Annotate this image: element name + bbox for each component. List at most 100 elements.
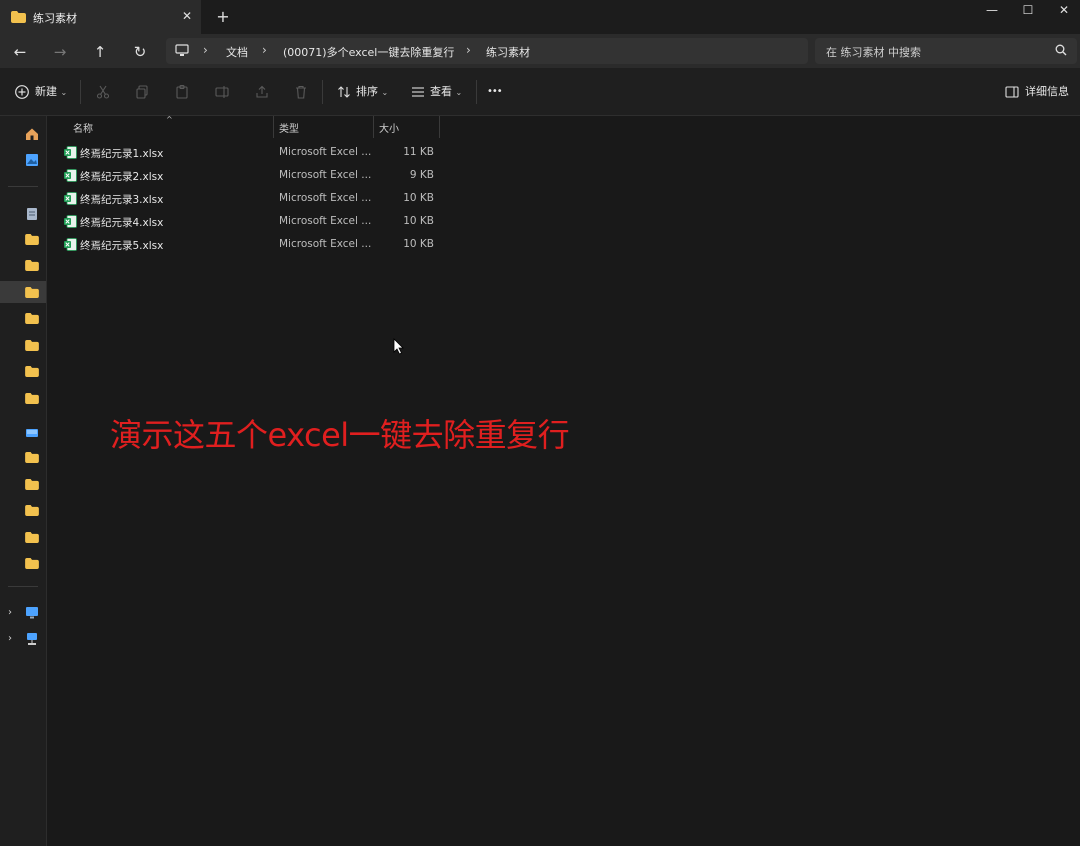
refresh-button[interactable]: ↻ [128, 40, 152, 64]
file-name: 终焉纪元录4.xlsx [80, 217, 164, 229]
file-row[interactable]: 终焉纪元录2.xlsx Microsoft Excel ... 9 KB [48, 165, 448, 187]
folder-icon[interactable] [25, 287, 41, 301]
file-name: 终焉纪元录1.xlsx [80, 148, 164, 160]
view-icon [410, 84, 426, 100]
share-icon[interactable] [254, 84, 270, 100]
close-button[interactable]: ✕ [1044, 0, 1080, 20]
file-type: Microsoft Excel ... [279, 146, 372, 158]
minimize-button[interactable]: — [972, 0, 1012, 20]
delete-icon[interactable] [293, 84, 309, 100]
divider [8, 186, 38, 187]
sort-button[interactable]: 排序 ⌄ [356, 82, 388, 102]
breadcrumb-current-folder[interactable]: 练习素材 [486, 44, 530, 60]
folder-icon[interactable] [25, 313, 41, 327]
folder-icon[interactable] [25, 393, 41, 407]
rename-icon[interactable] [214, 84, 230, 100]
tab-current[interactable]: 练习素材 ✕ [0, 0, 202, 34]
file-row[interactable]: 终焉纪元录3.xlsx Microsoft Excel ... 10 KB [48, 188, 448, 210]
address-bar[interactable]: › 文档 › (00071)多个excel一键去除重复行 › 练习素材 [166, 38, 808, 64]
tab-title: 练习素材 [33, 12, 77, 25]
more-options-button[interactable]: ••• [487, 82, 503, 102]
sort-icon [336, 84, 352, 100]
drive-icon[interactable] [25, 426, 41, 440]
overlay-caption: 演示这五个excel一键去除重复行 [110, 416, 570, 454]
column-header-size[interactable]: 大小 [379, 120, 399, 135]
details-pane-icon [1004, 84, 1020, 100]
column-header-name[interactable]: 名称 [73, 120, 93, 135]
paste-icon[interactable] [174, 84, 190, 100]
breadcrumb-separator: › [262, 43, 267, 57]
search-icon [1055, 44, 1067, 59]
file-size: 11 KB [403, 146, 434, 158]
file-type: Microsoft Excel ... [279, 215, 372, 227]
divider [8, 586, 38, 587]
breadcrumb-separator: › [466, 43, 471, 57]
column-divider[interactable] [273, 116, 274, 138]
folder-icon[interactable] [25, 366, 41, 380]
up-button[interactable]: ↑ [88, 40, 112, 64]
excel-file-icon [64, 146, 77, 162]
view-button[interactable]: 查看 ⌄ [430, 82, 462, 102]
file-name: 终焉纪元录3.xlsx [80, 194, 164, 206]
file-type: Microsoft Excel ... [279, 238, 372, 250]
file-type: Microsoft Excel ... [279, 192, 372, 204]
breadcrumb-project-folder[interactable]: (00071)多个excel一键去除重复行 [283, 44, 454, 60]
file-size: 10 KB [403, 238, 434, 250]
expand-chevron-icon[interactable]: › [8, 633, 12, 644]
back-button[interactable]: ← [8, 40, 32, 64]
breadcrumb-separator: › [203, 43, 208, 57]
folder-icon[interactable] [25, 479, 41, 493]
chevron-down-icon: ⌄ [455, 88, 463, 97]
file-row[interactable]: 终焉纪元录1.xlsx Microsoft Excel ... 11 KB [48, 142, 448, 164]
file-list: ^ 名称 类型 大小 终焉纪元录1.xlsx Microsoft Excel .… [48, 115, 1080, 846]
computer-icon [175, 44, 189, 60]
new-tab-button[interactable]: + [213, 7, 233, 27]
network-icon[interactable] [25, 632, 41, 646]
folder-icon[interactable] [25, 558, 41, 572]
file-type: Microsoft Excel ... [279, 169, 372, 181]
this-pc-icon[interactable] [25, 606, 41, 620]
column-divider[interactable] [373, 116, 374, 138]
folder-icon[interactable] [25, 505, 41, 519]
file-size: 10 KB [403, 215, 434, 227]
chevron-down-icon: ⌄ [60, 88, 68, 97]
new-button[interactable]: 新建 ⌄ [35, 82, 67, 102]
search-box[interactable]: 在 练习素材 中搜索 [815, 38, 1077, 64]
file-size: 9 KB [409, 169, 434, 181]
folder-icon[interactable] [25, 452, 41, 466]
maximize-button[interactable]: ☐ [1008, 0, 1048, 20]
folder-icon[interactable] [25, 340, 41, 354]
folder-icon[interactable] [25, 260, 41, 274]
excel-file-icon [64, 169, 77, 185]
excel-file-icon [64, 192, 77, 208]
title-bar: 练习素材 ✕ + — ☐ ✕ [0, 0, 1080, 34]
column-divider[interactable] [439, 116, 440, 138]
file-row[interactable]: 终焉纪元录4.xlsx Microsoft Excel ... 10 KB [48, 211, 448, 233]
sort-button-label: 排序 [356, 85, 378, 98]
excel-file-icon [64, 215, 77, 231]
folder-icon[interactable] [25, 234, 41, 248]
tab-close-icon[interactable]: ✕ [178, 7, 196, 25]
expand-chevron-icon[interactable]: › [8, 607, 12, 618]
sort-ascending-icon: ^ [166, 115, 173, 124]
file-name: 终焉纪元录5.xlsx [80, 240, 164, 252]
file-row[interactable]: 终焉纪元录5.xlsx Microsoft Excel ... 10 KB [48, 234, 448, 256]
home-icon[interactable] [25, 127, 41, 141]
search-input[interactable]: 在 练习素材 中搜索 [826, 44, 921, 60]
details-button[interactable]: 详细信息 [1025, 82, 1069, 102]
file-name: 终焉纪元录2.xlsx [80, 171, 164, 183]
chevron-down-icon: ⌄ [381, 88, 389, 97]
cut-icon[interactable] [95, 84, 111, 100]
command-bar: 新建 ⌄ 排序 ⌄ 查看 ⌄ ••• 详细信息 [0, 68, 1080, 116]
document-icon[interactable] [25, 207, 41, 221]
gallery-icon[interactable] [25, 153, 41, 167]
excel-file-icon [64, 238, 77, 254]
copy-icon[interactable] [134, 84, 150, 100]
view-button-label: 查看 [430, 85, 452, 98]
forward-button[interactable]: → [48, 40, 72, 64]
breadcrumb-documents[interactable]: 文档 [226, 44, 248, 60]
file-size: 10 KB [403, 192, 434, 204]
divider [322, 80, 323, 104]
column-header-type[interactable]: 类型 [279, 120, 299, 135]
folder-icon[interactable] [25, 532, 41, 546]
